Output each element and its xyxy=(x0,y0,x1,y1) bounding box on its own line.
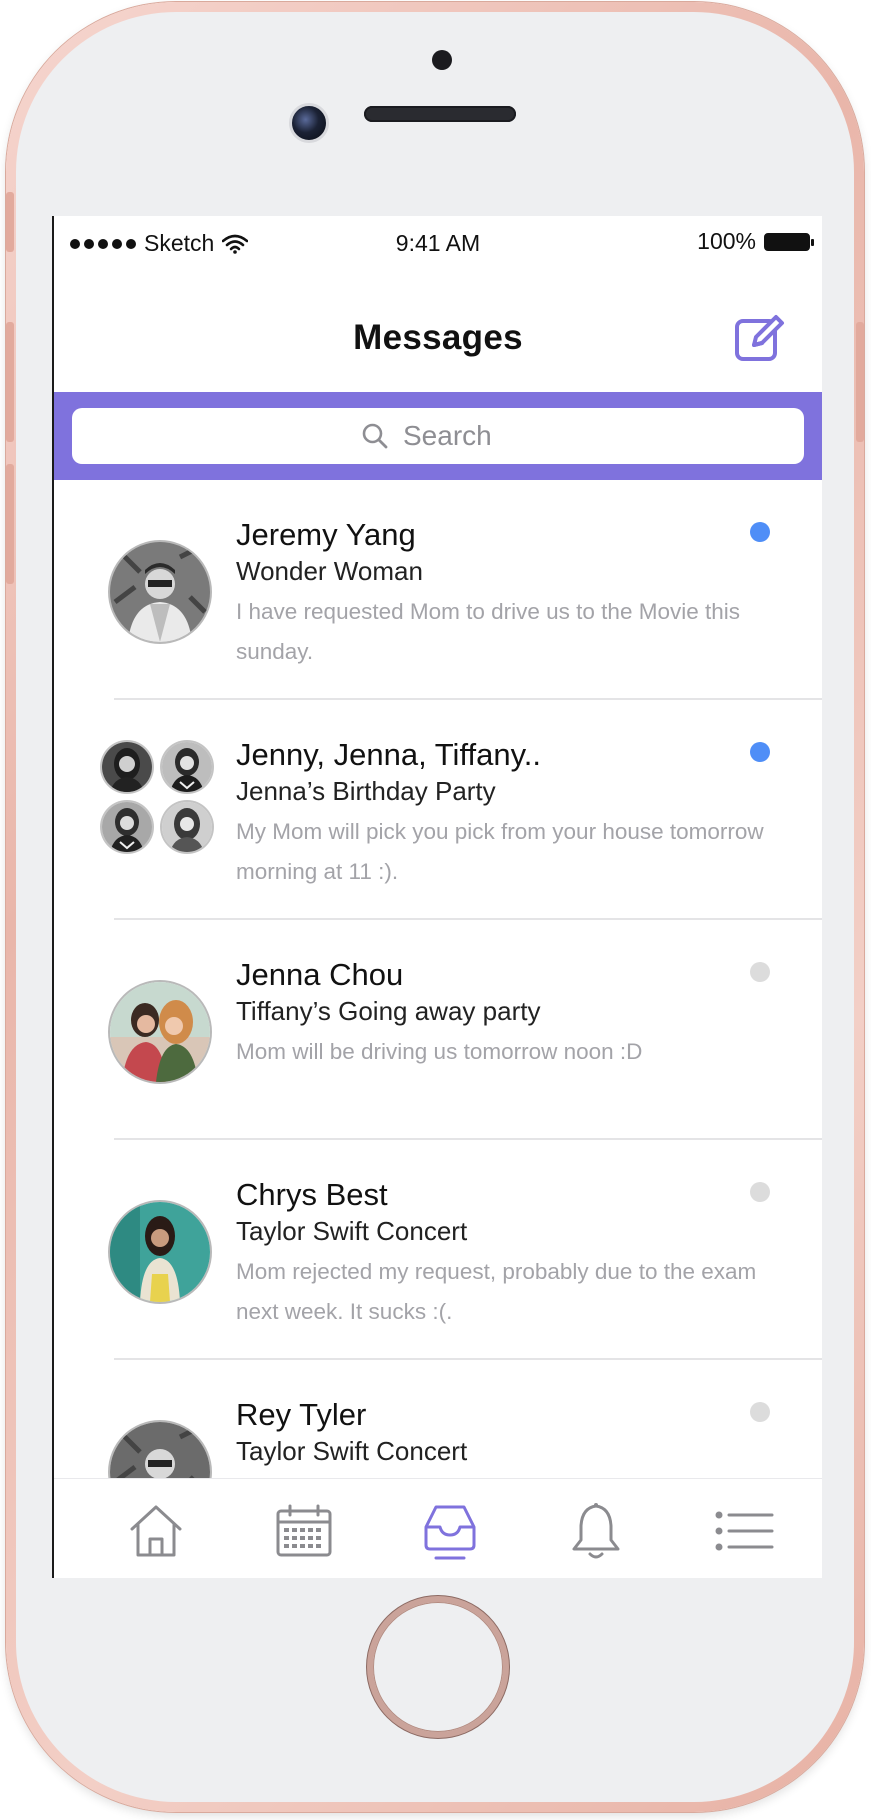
list-icon xyxy=(715,1511,774,1551)
volume-up-button xyxy=(6,322,14,442)
sender-name: Rey Tyler xyxy=(236,1397,367,1432)
read-indicator xyxy=(750,1182,770,1202)
inbox-icon xyxy=(424,1505,476,1560)
status-right: 100% xyxy=(697,228,814,255)
avatar xyxy=(110,542,210,642)
sender-name: Jenny, Jenna, Tiffany.. xyxy=(236,737,542,772)
group-avatar xyxy=(102,742,218,858)
sender-name: Chrys Best xyxy=(236,1177,388,1212)
avatar xyxy=(110,1422,210,1480)
home-icon xyxy=(130,1505,182,1557)
compose-icon xyxy=(735,315,784,361)
battery-percent: 100% xyxy=(697,228,756,254)
message-row[interactable]: Jenny, Jenna, Tiffany.. Jenna’s Birthday… xyxy=(54,700,822,920)
message-list: Jeremy Yang Wonder Woman I have requeste… xyxy=(54,480,822,1480)
proximity-sensor xyxy=(432,50,452,70)
message-row[interactable]: Chrys Best Taylor Swift Concert Mom reje… xyxy=(54,1140,822,1360)
unread-indicator xyxy=(750,742,770,762)
message-subject: Tiffany’s Going away party xyxy=(236,996,541,1026)
tab-menu[interactable] xyxy=(712,1499,776,1563)
app-screen: Sketch 9:41 AM 100% Messages Search Jere… xyxy=(52,216,822,1578)
message-content: Rey Tyler Taylor Swift Concert xyxy=(236,1396,782,1468)
message-subject: Taylor Swift Concert xyxy=(236,1216,468,1246)
tab-notifications[interactable] xyxy=(564,1499,628,1563)
mute-switch xyxy=(6,192,14,252)
search-bar xyxy=(54,392,822,480)
avatar xyxy=(110,1202,210,1302)
compose-button[interactable] xyxy=(734,312,786,364)
page-title: Messages xyxy=(353,318,523,357)
home-button[interactable] xyxy=(373,1602,503,1732)
bell-icon xyxy=(572,1503,620,1559)
message-preview: Mom will be driving us tomorrow noon :D xyxy=(236,1039,643,1064)
tab-inbox[interactable] xyxy=(418,1499,482,1563)
sender-name: Jenna Chou xyxy=(236,957,404,992)
battery-icon xyxy=(764,232,814,251)
read-indicator xyxy=(750,1402,770,1422)
avatar xyxy=(110,982,210,1082)
avatar xyxy=(162,742,212,792)
avatar xyxy=(162,802,212,852)
unread-indicator xyxy=(750,522,770,542)
navigation-bar: Messages xyxy=(54,268,822,392)
message-content: Chrys Best Taylor Swift Concert Mom reje… xyxy=(236,1176,782,1332)
message-subject: Wonder Woman xyxy=(236,556,423,586)
status-bar: Sketch 9:41 AM 100% xyxy=(54,216,822,268)
search-icon xyxy=(362,423,388,449)
message-preview: Mom rejected my request, probably due to… xyxy=(236,1259,757,1324)
read-indicator xyxy=(750,962,770,982)
avatar xyxy=(102,802,152,852)
tab-bar xyxy=(54,1478,822,1578)
avatar xyxy=(102,742,152,792)
message-preview: I have requested Mom to drive us to the … xyxy=(236,599,740,664)
message-row[interactable]: Rey Tyler Taylor Swift Concert xyxy=(54,1360,822,1480)
message-row[interactable]: Jeremy Yang Wonder Woman I have requeste… xyxy=(54,480,822,700)
message-preview: My Mom will pick you pick from your hous… xyxy=(236,819,764,884)
sender-name: Jeremy Yang xyxy=(236,517,416,552)
tab-home[interactable] xyxy=(124,1499,188,1563)
message-subject: Jenna’s Birthday Party xyxy=(236,776,496,806)
calendar-icon xyxy=(276,1504,332,1557)
message-row[interactable]: Jenna Chou Tiffany’s Going away party Mo… xyxy=(54,920,822,1140)
tab-calendar[interactable] xyxy=(272,1499,336,1563)
earpiece-speaker xyxy=(364,106,516,122)
message-content: Jenna Chou Tiffany’s Going away party Mo… xyxy=(236,956,782,1072)
volume-down-button xyxy=(6,464,14,584)
message-content: Jenny, Jenna, Tiffany.. Jenna’s Birthday… xyxy=(236,736,782,892)
message-content: Jeremy Yang Wonder Woman I have requeste… xyxy=(236,516,782,672)
power-button xyxy=(856,322,864,442)
message-subject: Taylor Swift Concert xyxy=(236,1436,468,1466)
search-input[interactable] xyxy=(401,419,515,453)
front-camera xyxy=(289,103,329,143)
search-field[interactable] xyxy=(72,408,804,464)
